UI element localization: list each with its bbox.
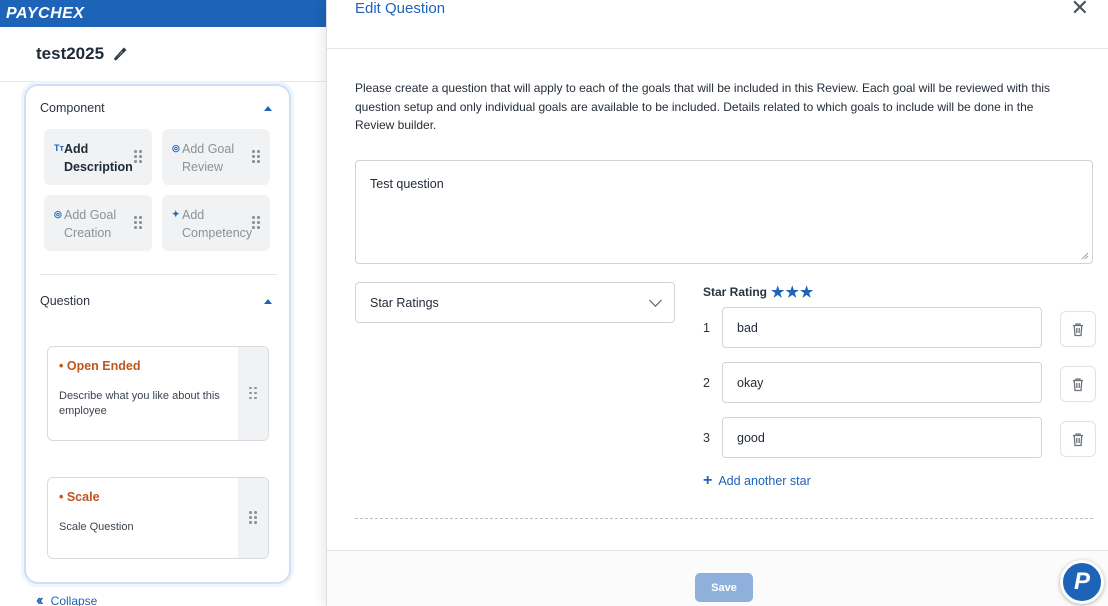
- edit-question-dialog: Edit Question ✕ Please create a question…: [326, 0, 1108, 606]
- collapse-label: Collapse: [50, 594, 98, 606]
- add-goal-review-card[interactable]: ◎ Add Goal Review: [162, 129, 270, 185]
- star-row-number: 3: [703, 431, 710, 445]
- star-label-input[interactable]: bad: [722, 307, 1042, 348]
- pencil-icon[interactable]: [112, 46, 128, 62]
- plus-icon: +: [703, 472, 713, 489]
- component-section-header[interactable]: Component: [40, 101, 272, 115]
- dialog-footer: Save: [327, 550, 1108, 606]
- star-label-input[interactable]: okay: [722, 362, 1042, 403]
- dialog-title: Edit Question: [355, 0, 446, 17]
- caret-up-icon[interactable]: [264, 105, 272, 111]
- document-title: test2025: [36, 44, 105, 63]
- star-row-number: 1: [703, 321, 710, 335]
- trash-icon: [1073, 377, 1083, 391]
- delete-star-button[interactable]: [1060, 421, 1096, 457]
- drag-handle-icon[interactable]: [249, 511, 257, 525]
- chevron-down-icon: [649, 293, 662, 307]
- resize-handle-icon[interactable]: [1081, 252, 1089, 260]
- add-description-label: Add Description: [64, 142, 133, 174]
- section-divider: [40, 274, 277, 275]
- text-format-icon: Tт: [54, 143, 64, 153]
- question-card-title: • Scale: [59, 490, 100, 504]
- trash-icon: [1073, 322, 1083, 336]
- drag-handle-icon[interactable]: [134, 216, 142, 230]
- dashed-divider: [355, 518, 1093, 519]
- add-description-card[interactable]: Tт Add Description: [44, 129, 152, 185]
- paychex-help-icon[interactable]: P: [1060, 560, 1104, 604]
- double-chevron-left-icon: ‹‹: [36, 592, 43, 606]
- drag-handle-icon[interactable]: [134, 150, 142, 164]
- add-goal-creation-card[interactable]: ◎ Add Goal Creation: [44, 195, 152, 251]
- add-competency-card[interactable]: ✦ Add Competency: [162, 195, 270, 251]
- document-title-row: test2025: [36, 44, 128, 64]
- star-label-value: okay: [737, 375, 764, 390]
- dialog-header: Edit Question ✕: [327, 0, 1108, 49]
- add-another-star-label: Add another star: [718, 474, 811, 488]
- question-type-value: Star Ratings: [370, 295, 439, 310]
- star-rating-header: Star Rating ★★★: [703, 283, 814, 301]
- dialog-instructions: Please create a question that will apply…: [355, 81, 1051, 132]
- question-card-title: • Open Ended: [59, 359, 141, 373]
- open-ended-question-card[interactable]: • Open Ended Describe what you like abou…: [47, 346, 269, 441]
- add-goal-creation-label: Add Goal Creation: [64, 208, 117, 240]
- paychex-logo: PAYCHEX: [6, 4, 85, 22]
- trash-icon: [1073, 432, 1083, 446]
- brand-bar: PAYCHEX: [0, 0, 326, 27]
- add-another-star-link[interactable]: + Add another star: [703, 472, 811, 490]
- add-competency-label: Add Competency: [182, 208, 253, 240]
- caret-up-icon[interactable]: [264, 298, 272, 304]
- target-icon: ◎: [54, 209, 62, 219]
- star-icons: ★★★: [771, 284, 815, 301]
- close-icon[interactable]: ✕: [1071, 0, 1089, 19]
- question-text-area[interactable]: Test question: [355, 160, 1093, 264]
- add-goal-review-label: Add Goal Review: [182, 142, 235, 174]
- star-label-value: good: [737, 430, 765, 445]
- question-card-description: Scale Question: [59, 521, 134, 533]
- question-card-description: Describe what you like about this employ…: [59, 390, 220, 417]
- save-button[interactable]: Save: [695, 573, 753, 602]
- question-type-select[interactable]: Star Ratings: [355, 282, 675, 323]
- drag-handle[interactable]: [238, 478, 268, 558]
- drag-handle[interactable]: [238, 347, 268, 440]
- divider: [0, 81, 326, 82]
- delete-star-button[interactable]: [1060, 366, 1096, 402]
- target-icon: ◎: [172, 143, 180, 153]
- question-section-header[interactable]: Question: [40, 294, 272, 308]
- builder-sidebar: PAYCHEX test2025 Component Tт Add Descri…: [0, 0, 326, 606]
- star-rating-label: Star Rating: [703, 285, 768, 299]
- star-row-number: 2: [703, 376, 710, 390]
- scale-question-card[interactable]: • Scale Scale Question: [47, 477, 269, 559]
- drag-handle-icon[interactable]: [252, 216, 260, 230]
- component-section-title: Component: [40, 101, 105, 115]
- question-text-value: Test question: [370, 177, 444, 191]
- star-label-value: bad: [737, 320, 758, 335]
- component-palette: Component Tт Add Description ◎ Add Goal …: [24, 84, 291, 584]
- star-label-input[interactable]: good: [722, 417, 1042, 458]
- drag-handle-icon[interactable]: [249, 386, 257, 401]
- sparkle-icon: ✦: [172, 209, 180, 219]
- collapse-button[interactable]: ‹‹ Collapse: [36, 592, 97, 606]
- question-section-title: Question: [40, 294, 91, 308]
- delete-star-button[interactable]: [1060, 311, 1096, 347]
- drag-handle-icon[interactable]: [252, 150, 260, 164]
